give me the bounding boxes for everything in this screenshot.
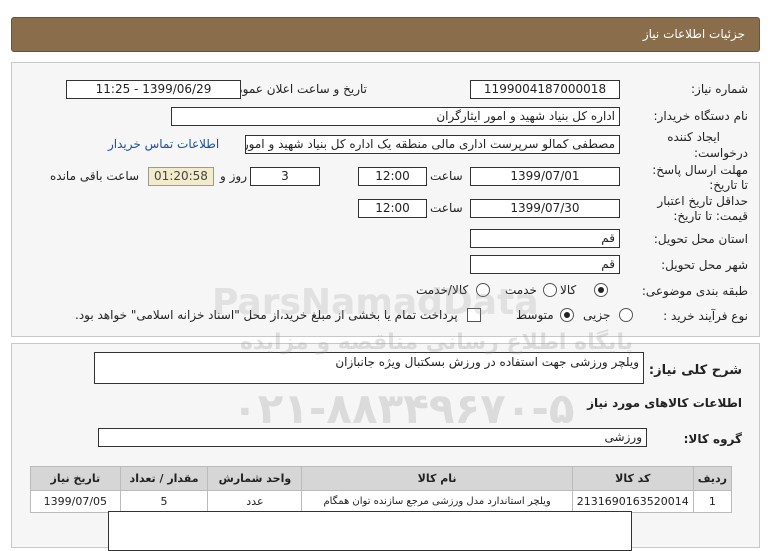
city-label: شهر محل تحویل:	[661, 258, 748, 272]
col-row-number: ردیف	[692, 466, 733, 491]
validity-time-label: ساعت	[430, 201, 463, 215]
announce-date-label: تاریخ و ساعت اعلان عمومی:	[222, 82, 367, 96]
category-option-service: خدمت	[505, 283, 537, 297]
treasury-payment-checkbox[interactable]	[467, 308, 481, 322]
days-label: روز و	[220, 169, 247, 183]
col-unit: واحد شمارش	[207, 466, 303, 491]
deadline-label-1: مهلت ارسال پاسخ:	[652, 163, 748, 177]
process-option-minor: جزیی	[583, 308, 611, 322]
goods-section-title: اطلاعات کالاهای مورد نیاز	[587, 396, 742, 410]
cell-quantity: 5	[119, 490, 209, 513]
need-number-field: 1199004187000018	[470, 80, 620, 99]
process-label: نوع فرآیند خرید :	[663, 309, 748, 323]
summary-field: ویلچر ورزشی جهت استفاده در ورزش بسکتبال …	[94, 352, 644, 384]
deadline-label-2: تا تاریخ:	[709, 178, 748, 192]
attachments-box	[108, 511, 632, 551]
validity-date-field: 1399/07/30	[470, 199, 620, 218]
col-quantity: مقدار / تعداد	[119, 466, 209, 491]
summary-label: شرح کلی نیاز:	[648, 363, 742, 378]
goods-group-label: گروه کالا:	[683, 432, 742, 446]
goods-table: ردیف کد کالا نام کالا واحد شمارش مقدار /…	[30, 466, 733, 513]
creator-label-1: ایجاد کننده	[667, 130, 720, 144]
category-option-goods: کالا	[560, 283, 577, 297]
process-option-medium: متوسط	[516, 308, 554, 322]
goods-table-header-row: ردیف کد کالا نام کالا واحد شمارش مقدار /…	[30, 466, 733, 491]
category-radio-service[interactable]	[543, 283, 557, 297]
cell-item-name: ویلچر استاندارد مدل ورزشی مرجع سازنده تو…	[301, 490, 573, 513]
process-radio-medium[interactable]	[560, 308, 574, 322]
goods-group-field: ورزشی	[98, 428, 647, 447]
deadline-time-field: 12:00	[358, 167, 427, 186]
category-option-goods-service: کالا/خدمت	[416, 283, 469, 297]
process-radio-minor[interactable]	[619, 308, 633, 322]
treasury-payment-note: پرداخت تمام یا بخشی از مبلغ خرید،از محل …	[75, 308, 458, 322]
col-item-name: نام کالا	[301, 466, 573, 491]
col-item-code: کد کالا	[571, 466, 694, 491]
province-label: استان محل تحویل:	[653, 232, 748, 246]
announce-date-field: 1399/06/29 - 11:25	[66, 80, 241, 99]
deadline-date-field: 1399/07/01	[470, 167, 620, 186]
cell-item-code: 2131690163520014	[571, 490, 694, 513]
need-number-label: شماره نیاز:	[691, 82, 748, 96]
cell-row-number: 1	[692, 490, 733, 513]
days-field: 3	[250, 167, 320, 186]
province-field: قم	[470, 229, 620, 248]
category-radio-goods-service[interactable]	[476, 283, 490, 297]
city-field: قم	[470, 255, 620, 274]
category-label: طبقه بندی موضوعی:	[641, 284, 748, 298]
remaining-time-field: 01:20:58	[148, 167, 214, 186]
category-radio-goods[interactable]	[594, 283, 608, 297]
deadline-time-label: ساعت	[430, 169, 463, 183]
creator-label-2: درخواست:	[694, 146, 748, 160]
page-header: جزئیات اطلاعات نیاز	[11, 17, 760, 52]
validity-label-2: قیمت: تا تاریخ:	[673, 209, 748, 223]
buyer-label: نام دستگاه خریدار:	[653, 109, 749, 123]
validity-label-1: حداقل تاریخ اعتبار	[657, 194, 748, 208]
buyer-field: اداره کل بنیاد شهید و امور ایثارگران	[171, 107, 620, 126]
table-row: 1 2131690163520014 ویلچر استاندارد مدل و…	[30, 490, 733, 513]
creator-field: مصطفی کمالو سرپرست اداری مالی منطقه یک ا…	[245, 135, 620, 154]
buyer-contact-link[interactable]: اطلاعات تماس خریدار	[108, 137, 219, 151]
page-title: جزئیات اطلاعات نیاز	[642, 27, 745, 41]
remaining-time-label: ساعت باقی مانده	[50, 169, 140, 183]
col-need-date: تاریخ نیاز	[30, 466, 121, 491]
cell-need-date: 1399/07/05	[30, 490, 121, 513]
cell-unit: عدد	[207, 490, 303, 513]
validity-time-field: 12:00	[358, 199, 427, 218]
